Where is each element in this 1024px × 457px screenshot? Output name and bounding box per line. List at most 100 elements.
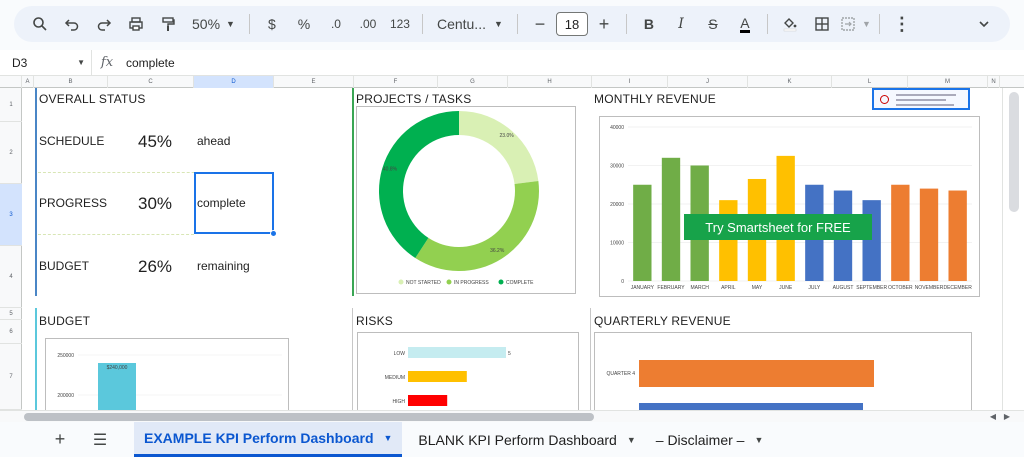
- monthly-bar-chart-svg: 0 10000 20000 30000 40000 JANUARY FEBRUARY MARC…: [610, 125, 972, 291]
- donut-slice-label: 23.0%: [500, 133, 515, 139]
- row-header[interactable]: 6: [0, 320, 22, 344]
- more-options-button[interactable]: ⋮: [888, 10, 916, 38]
- row-header[interactable]: 4: [0, 246, 22, 308]
- budget-bar-chart-svg: 250000 200000 $240,000: [57, 353, 282, 410]
- name-box[interactable]: D3 ▼: [0, 50, 92, 75]
- decrease-decimal-button[interactable]: .0: [322, 10, 350, 38]
- column-header[interactable]: G: [438, 76, 508, 88]
- horizontal-scrollbar[interactable]: ◀ ▶: [0, 410, 1024, 422]
- caret-down-icon: ▼: [494, 19, 503, 29]
- search-menus-button[interactable]: [26, 10, 54, 38]
- row-headers: 1 2 3 4 5 6 7: [0, 88, 22, 410]
- revenue-bar: [719, 200, 738, 281]
- scroll-left-arrow[interactable]: ◀: [990, 412, 996, 421]
- select-all-corner[interactable]: [0, 76, 22, 88]
- column-header[interactable]: I: [592, 76, 668, 88]
- percent-format-button[interactable]: %: [290, 10, 318, 38]
- column-header[interactable]: N: [988, 76, 1000, 88]
- all-sheets-button[interactable]: ☰: [86, 426, 114, 454]
- print-icon: [129, 17, 143, 31]
- x-tick-label: DECEMBER: [943, 285, 972, 291]
- sheet-tab-example[interactable]: EXAMPLE KPI Perform Dashboard ▼: [134, 422, 403, 457]
- sheet-grid[interactable]: A B C D E F G H I J K L M N 1 2 3 4 5 6 …: [0, 76, 1024, 410]
- borders-button[interactable]: [808, 10, 836, 38]
- number-format-button[interactable]: 123: [386, 10, 414, 38]
- zoom-select[interactable]: 50% ▼: [186, 10, 241, 38]
- italic-button[interactable]: I: [667, 10, 695, 38]
- paint-format-button[interactable]: [154, 10, 182, 38]
- redo-button[interactable]: [90, 10, 118, 38]
- x-tick-label: FEBRUARY: [657, 285, 685, 291]
- caret-down-icon[interactable]: ▼: [627, 435, 636, 445]
- row-header[interactable]: 1: [0, 88, 22, 122]
- horizontal-scroll-thumb[interactable]: [24, 413, 594, 421]
- currency-format-button[interactable]: $: [258, 10, 286, 38]
- collapse-toolbar-button[interactable]: [970, 10, 998, 38]
- risk-bar: [408, 347, 506, 358]
- formula-input[interactable]: complete: [122, 56, 175, 70]
- column-header[interactable]: C: [108, 76, 194, 88]
- formula-bar: D3 ▼ fx complete: [0, 50, 1024, 76]
- risk-bar: [408, 395, 448, 406]
- projects-accent-bar: [352, 88, 354, 296]
- font-size-input[interactable]: 18: [555, 12, 588, 36]
- y-tick-label: 30000: [610, 164, 624, 170]
- column-header[interactable]: L: [832, 76, 908, 88]
- text-color-button[interactable]: A: [731, 10, 759, 38]
- column-header[interactable]: M: [908, 76, 988, 88]
- paint-format-icon: [162, 17, 175, 31]
- row-header-selected[interactable]: 3: [0, 184, 22, 246]
- toolbar: 50% ▼ $ % .0 .00 123 Centu... ▼ − 18 + B…: [14, 6, 1010, 42]
- undo-button[interactable]: [58, 10, 86, 38]
- strikethrough-button[interactable]: S: [699, 10, 727, 38]
- column-header[interactable]: E: [274, 76, 354, 88]
- increase-decimal-button[interactable]: .00: [354, 10, 382, 38]
- row-header[interactable]: 5: [0, 308, 22, 320]
- column-header[interactable]: J: [668, 76, 748, 88]
- sheet-tab-bar: + ☰ EXAMPLE KPI Perform Dashboard ▼ BLAN…: [0, 422, 1024, 457]
- fill-color-button[interactable]: [776, 10, 804, 38]
- print-button[interactable]: [122, 10, 150, 38]
- status-accent-bar: [35, 88, 37, 296]
- schedule-note: ahead: [197, 134, 231, 148]
- risk-value-label: 5: [508, 351, 511, 357]
- legend-marker: [498, 279, 504, 285]
- quarterly-revenue-chart[interactable]: QUARTER 4: [594, 332, 972, 410]
- sheet-tab-disclaimer[interactable]: – Disclaimer – ▼: [646, 422, 774, 457]
- progress-value: 30%: [138, 194, 173, 213]
- bold-button[interactable]: B: [635, 10, 663, 38]
- decrease-font-size-button[interactable]: −: [526, 10, 554, 38]
- y-tick-label: 200000: [57, 393, 74, 399]
- caret-down-icon: ▼: [77, 58, 85, 67]
- chevron-down-icon: [979, 21, 989, 28]
- scroll-right-arrow[interactable]: ▶: [1004, 412, 1010, 421]
- x-tick-label: OCTOBER: [888, 285, 913, 291]
- y-tick-label: 10000: [610, 241, 624, 247]
- caret-down-icon[interactable]: ▼: [384, 433, 393, 443]
- increase-font-size-button[interactable]: +: [590, 10, 618, 38]
- caret-down-icon[interactable]: ▼: [754, 435, 763, 445]
- risks-bar-chart[interactable]: LOW MEDIUM HIGH 5: [357, 332, 579, 410]
- try-smartsheet-banner[interactable]: Try Smartsheet for FREE: [684, 214, 872, 240]
- row-header[interactable]: 7: [0, 344, 22, 410]
- fill-handle[interactable]: [270, 230, 277, 237]
- vertical-scrollbar[interactable]: [1002, 88, 1024, 410]
- budget-bar-chart[interactable]: 250000 200000 $240,000: [45, 338, 289, 410]
- add-sheet-button[interactable]: +: [46, 426, 74, 454]
- column-header-selected[interactable]: D: [194, 76, 274, 88]
- row-header[interactable]: 2: [0, 122, 22, 184]
- vertical-scroll-thumb[interactable]: [1009, 92, 1019, 212]
- revenue-bar: [661, 157, 681, 281]
- column-header[interactable]: A: [22, 76, 34, 88]
- column-header[interactable]: K: [748, 76, 832, 88]
- column-header[interactable]: B: [34, 76, 108, 88]
- overall-status-title: OVERALL STATUS: [39, 92, 146, 106]
- column-header[interactable]: H: [508, 76, 592, 88]
- embedded-image-selected[interactable]: [872, 88, 970, 110]
- projects-donut-chart[interactable]: 23.0% 36.2% 40.8% NOT STARTED IN PROGRESS COM…: [356, 106, 576, 294]
- monthly-revenue-chart[interactable]: 0 10000 20000 30000 40000 JANUARY FEBRUARY MARC…: [599, 116, 980, 297]
- sheet-tab-blank[interactable]: BLANK KPI Perform Dashboard ▼: [408, 422, 645, 457]
- font-family-select[interactable]: Centu... ▼: [431, 10, 509, 38]
- merge-cells-button[interactable]: ▼: [840, 10, 871, 38]
- column-header[interactable]: F: [354, 76, 438, 88]
